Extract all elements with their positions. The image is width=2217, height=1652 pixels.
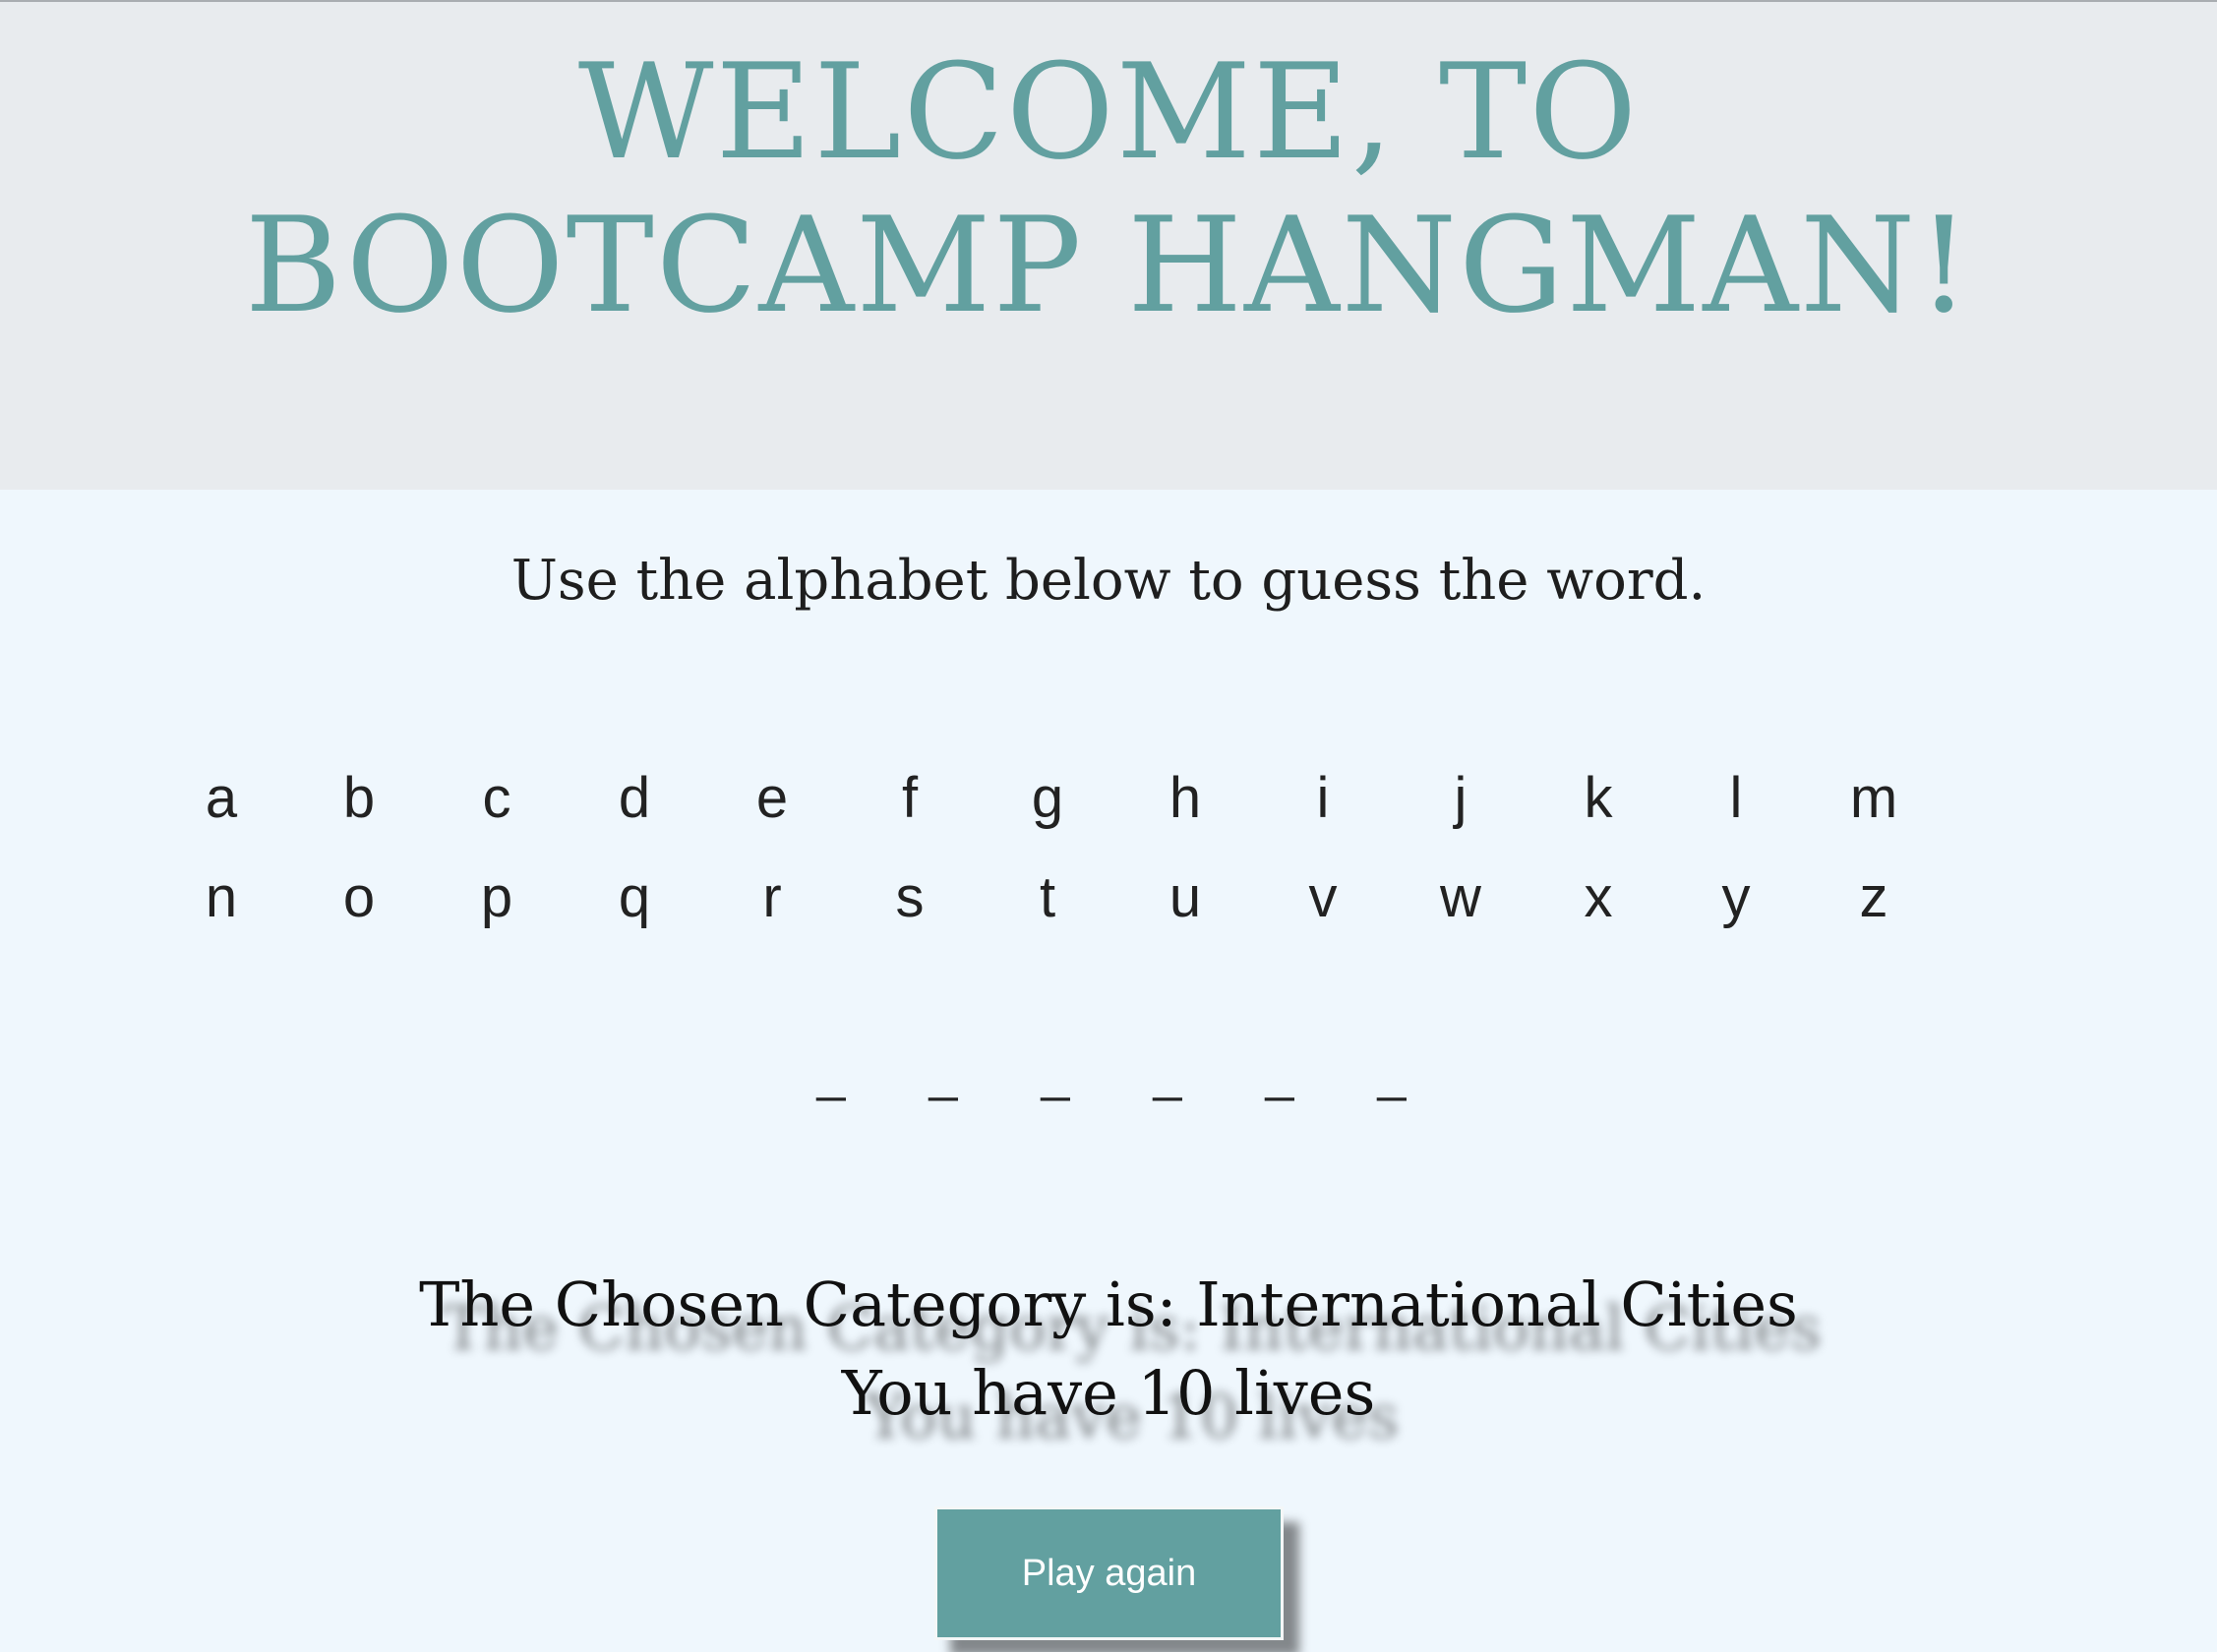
letter-button-z[interactable]: z (1805, 855, 1943, 954)
page-header: WELCOME, TO BOOTCAMP HANGMAN! (0, 2, 2217, 490)
letter-button-r[interactable]: r (703, 855, 841, 954)
letter-button-j[interactable]: j (1392, 755, 1529, 855)
letter-button-i[interactable]: i (1254, 755, 1392, 855)
category-text: The Chosen Category is: International Ci… (419, 1268, 1798, 1340)
letter-button-c[interactable]: c (428, 755, 566, 855)
word-blank: _ (1041, 1045, 1070, 1102)
instructions-text: Use the alphabet below to guess the word… (510, 549, 1707, 613)
letter-button-t[interactable]: t (979, 855, 1116, 954)
page-title: WELCOME, TO BOOTCAMP HANGMAN! (0, 35, 2217, 342)
letter-button-p[interactable]: p (428, 855, 566, 954)
alphabet-buttons: abcdefghijklm nopqrstuvwxyz (152, 755, 1943, 954)
title-line-1: WELCOME, TO (577, 35, 1640, 189)
letter-button-b[interactable]: b (290, 755, 428, 855)
letter-button-w[interactable]: w (1392, 855, 1529, 954)
play-again-button[interactable]: Play again (934, 1506, 1284, 1640)
letter-button-o[interactable]: o (290, 855, 428, 954)
letter-button-n[interactable]: n (152, 855, 290, 954)
word-blank: _ (1153, 1045, 1182, 1102)
letter-button-m[interactable]: m (1805, 755, 1943, 855)
letter-button-l[interactable]: l (1667, 755, 1805, 855)
title-line-2: BOOTCAMP HANGMAN! (244, 189, 1973, 342)
letter-button-a[interactable]: a (152, 755, 290, 855)
letter-button-g[interactable]: g (979, 755, 1116, 855)
letter-button-s[interactable]: s (841, 855, 979, 954)
letter-button-q[interactable]: q (566, 855, 703, 954)
letter-button-h[interactable]: h (1116, 755, 1254, 855)
letter-button-d[interactable]: d (566, 755, 703, 855)
word-blank: _ (1377, 1045, 1407, 1102)
letter-button-u[interactable]: u (1116, 855, 1254, 954)
letter-button-f[interactable]: f (841, 755, 979, 855)
letter-button-k[interactable]: k (1529, 755, 1667, 855)
letter-button-e[interactable]: e (703, 755, 841, 855)
letter-button-y[interactable]: y (1667, 855, 1805, 954)
letter-button-x[interactable]: x (1529, 855, 1667, 954)
word-blanks: _ _ _ _ _ _ (0, 1044, 2217, 1103)
word-blank: _ (1265, 1045, 1294, 1102)
word-blank: _ (816, 1045, 846, 1102)
lives-text: You have 10 lives (841, 1357, 1376, 1429)
word-blank: _ (929, 1045, 958, 1102)
letter-button-v[interactable]: v (1254, 855, 1392, 954)
